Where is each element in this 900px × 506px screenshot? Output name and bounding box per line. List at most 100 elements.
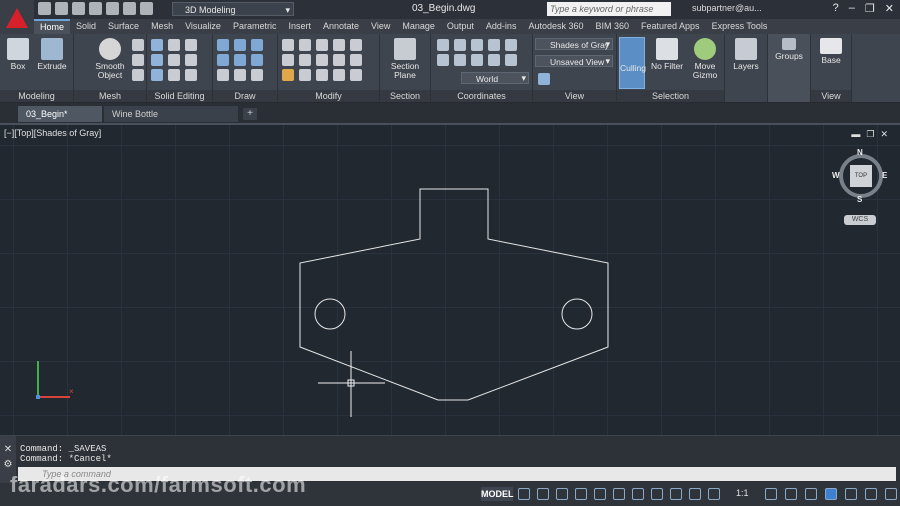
3d-osnap-toggle-icon[interactable] [632, 488, 644, 500]
trim-icon[interactable] [316, 39, 328, 51]
close-icon[interactable]: ✕ [885, 2, 894, 15]
align-icon[interactable] [316, 69, 328, 81]
ucs-icon[interactable] [437, 39, 449, 51]
tab-manage[interactable]: Manage [396, 19, 441, 34]
units-icon[interactable] [805, 488, 817, 500]
ucs-x-icon[interactable] [454, 39, 466, 51]
thicken-icon[interactable] [185, 39, 197, 51]
new-icon[interactable] [38, 2, 51, 15]
mesh-tool-3-icon[interactable] [132, 69, 144, 81]
application-menu-button[interactable] [0, 0, 34, 36]
union-icon[interactable] [151, 39, 163, 51]
array-icon[interactable] [333, 54, 345, 66]
tab-insert[interactable]: Insert [282, 19, 317, 34]
ucs-face-icon[interactable] [471, 54, 483, 66]
tab-bim-360[interactable]: BIM 360 [589, 19, 635, 34]
no-filter-button[interactable]: No Filter [649, 38, 685, 71]
undo-icon[interactable] [123, 2, 136, 15]
ucs-z-icon[interactable] [488, 39, 500, 51]
layers-button[interactable]: Layers [730, 38, 762, 71]
mirror-icon[interactable] [350, 39, 362, 51]
line-icon[interactable] [234, 39, 246, 51]
move-gizmo-button[interactable]: Move Gizmo [689, 38, 721, 80]
tab-solid[interactable]: Solid [70, 19, 102, 34]
new-tab-button[interactable]: + [243, 108, 257, 120]
tab-featured-apps[interactable]: Featured Apps [635, 19, 706, 34]
ortho-toggle-icon[interactable] [556, 488, 568, 500]
slice-icon[interactable] [168, 39, 180, 51]
tab-home[interactable]: Home [34, 19, 71, 34]
ucs-dynamic-toggle-icon[interactable] [670, 488, 682, 500]
tab-visualize[interactable]: Visualize [179, 19, 227, 34]
tab-output[interactable]: Output [441, 19, 480, 34]
visual-style-dropdown[interactable]: Shades of Gray [535, 38, 613, 50]
tab-surface[interactable]: Surface [102, 19, 145, 34]
hardware-acceleration-icon[interactable] [845, 488, 857, 500]
isodraft-toggle-icon[interactable] [594, 488, 606, 500]
subtract-icon[interactable] [151, 54, 163, 66]
circle-icon[interactable] [251, 54, 263, 66]
move-icon[interactable] [282, 39, 294, 51]
fillet-edge-icon[interactable] [168, 69, 180, 81]
extract-edges-icon[interactable] [185, 54, 197, 66]
view-cube-face[interactable]: TOP [850, 165, 872, 187]
right-hole[interactable] [561, 298, 593, 330]
helix-icon[interactable] [234, 54, 246, 66]
tab-autodesk-360[interactable]: Autodesk 360 [522, 19, 589, 34]
break-icon[interactable] [350, 69, 362, 81]
stretch-icon[interactable] [299, 54, 311, 66]
polyline-icon[interactable] [217, 39, 229, 51]
osnap-toggle-icon[interactable] [613, 488, 625, 500]
snap-toggle-icon[interactable] [537, 488, 549, 500]
command-close-icon[interactable]: ✕ [0, 444, 16, 455]
separate-icon[interactable] [185, 69, 197, 81]
ucs-object-icon[interactable] [488, 54, 500, 66]
compass-south[interactable]: S [857, 195, 862, 204]
otrack-toggle-icon[interactable] [651, 488, 663, 500]
compass-west[interactable]: W [832, 171, 840, 180]
spline-icon[interactable] [217, 54, 229, 66]
model-space-button[interactable]: MODEL [481, 487, 514, 501]
rotate-icon[interactable] [299, 39, 311, 51]
box-button[interactable]: Box [2, 38, 34, 71]
point-icon[interactable] [251, 69, 263, 81]
polygon-icon[interactable] [217, 69, 229, 81]
user-account[interactable]: subpartner@au... [692, 3, 762, 13]
tab-annotate[interactable]: Annotate [317, 19, 365, 34]
plot-icon[interactable] [106, 2, 119, 15]
ucs-dropdown[interactable]: World [461, 72, 529, 84]
extrude-button[interactable]: Extrude [36, 38, 68, 71]
ucs-y-icon[interactable] [471, 39, 483, 51]
open-icon[interactable] [55, 2, 68, 15]
save-as-icon[interactable] [89, 2, 102, 15]
workspace-dropdown[interactable]: 3D Modeling [172, 2, 294, 17]
auto-scale-icon[interactable] [708, 488, 720, 500]
compass-north[interactable]: N [857, 148, 863, 157]
region-icon[interactable] [234, 69, 246, 81]
erase-icon[interactable] [282, 69, 294, 81]
fillet-icon[interactable] [282, 54, 294, 66]
ucs-previous-icon[interactable] [505, 54, 517, 66]
help-icon[interactable]: ? [833, 2, 839, 15]
minimize-icon[interactable]: – [849, 2, 855, 15]
customization-menu-icon[interactable] [885, 488, 897, 500]
customize-icon[interactable]: ⚙ [0, 459, 16, 470]
interfere-icon[interactable] [168, 54, 180, 66]
save-icon[interactable] [72, 2, 85, 15]
redo-icon[interactable] [140, 2, 153, 15]
tab-express-tools[interactable]: Express Tools [706, 19, 774, 34]
arc-icon[interactable] [251, 39, 263, 51]
polar-toggle-icon[interactable] [575, 488, 587, 500]
offset-icon[interactable] [350, 54, 362, 66]
mesh-tool-2-icon[interactable] [132, 54, 144, 66]
scale-icon[interactable] [316, 54, 328, 66]
tab-view[interactable]: View [365, 19, 396, 34]
annotation-scale[interactable]: 1:1 [736, 488, 749, 498]
isolate-objects-icon[interactable] [825, 488, 837, 500]
doc-tab-03-begin[interactable]: 03_Begin* [18, 106, 102, 122]
copy-icon[interactable] [333, 39, 345, 51]
ucs-3point-icon[interactable] [454, 54, 466, 66]
base-button[interactable]: Base [815, 38, 847, 65]
named-view-dropdown[interactable]: Unsaved View [535, 55, 613, 67]
part-outline[interactable] [299, 188, 609, 401]
